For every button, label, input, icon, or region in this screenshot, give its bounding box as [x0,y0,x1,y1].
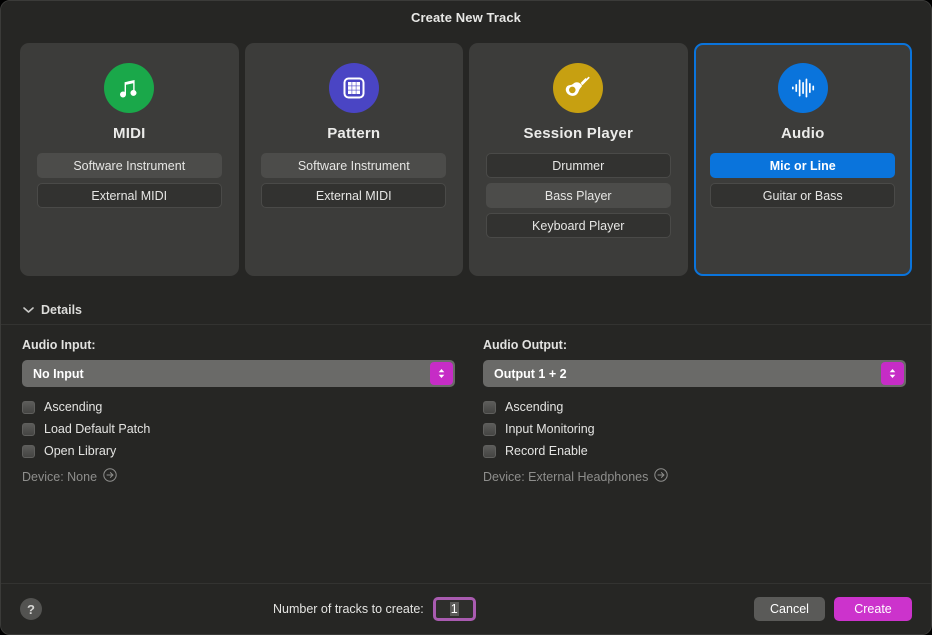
checkbox-label-ascending-output: Ascending [504,400,564,414]
checkbox-label-load-default-patch: Load Default Patch [44,422,151,436]
checkbox-row-input-monitoring[interactable]: Input Monitoring [482,418,906,440]
card-title-pattern: Pattern [327,125,381,142]
chevron-down-icon[interactable] [21,303,35,317]
checkbox-record-enable[interactable] [482,444,496,458]
option-external-midi-pattern[interactable]: External MIDI [261,183,447,208]
audio-output-column: Audio Output: Output 1 + 2 Ascending Inp… [470,338,931,583]
track-count-value: 1 [449,602,459,616]
grid-icon [328,63,379,113]
up-down-chevron-icon[interactable] [881,362,904,385]
option-keyboard-player[interactable]: Keyboard Player [485,213,671,238]
footer-buttons: Cancel Create [754,597,912,621]
input-device-text: Device: None [22,470,98,484]
input-device-row[interactable]: Device: None [22,466,455,488]
audio-input-select[interactable]: No Input [22,360,455,387]
checkbox-input-monitoring[interactable] [482,422,496,436]
checkbox-open-library[interactable] [22,444,35,458]
waveform-icon [777,63,828,113]
create-button[interactable]: Create [834,597,912,621]
option-external-midi-midi[interactable]: External MIDI [36,183,222,208]
guitar-icon [553,63,604,113]
track-card-session-player[interactable]: Session Player Drummer Bass Player Keybo… [469,43,688,276]
cancel-button[interactable]: Cancel [754,597,825,621]
checkbox-ascending-input[interactable] [22,400,35,414]
checkbox-label-record-enable: Record Enable [504,444,588,458]
checkbox-row-ascending-input[interactable]: Ascending [22,396,455,418]
checkbox-load-default-patch[interactable] [22,422,35,436]
checkbox-label-open-library: Open Library [44,444,117,458]
card-options-audio: Mic or Line Guitar or Bass [708,153,899,208]
checkbox-row-record-enable[interactable]: Record Enable [482,440,906,462]
create-new-track-dialog: Create New Track MIDI Software Instrumen… [0,0,932,635]
arrow-right-circle-icon[interactable] [654,467,669,487]
details-disclosure-header[interactable]: Details [1,296,931,325]
track-count-input[interactable]: 1 [432,597,476,621]
music-note-icon [104,63,155,113]
audio-input-value: No Input [33,366,84,381]
checkbox-label-input-monitoring: Input Monitoring [504,422,595,436]
track-card-pattern[interactable]: Pattern Software Instrument External MID… [244,43,463,276]
option-drummer[interactable]: Drummer [485,153,671,178]
option-mic-or-line[interactable]: Mic or Line [710,153,896,178]
checkbox-row-load-default-patch[interactable]: Load Default Patch [22,418,455,440]
audio-input-label: Audio Input: [22,338,96,352]
arrow-right-circle-icon[interactable] [103,467,117,487]
audio-output-select[interactable]: Output 1 + 2 [482,360,906,387]
track-count-label: Number of tracks to create: [273,602,424,616]
card-title-audio: Audio [781,125,825,142]
checkbox-row-open-library[interactable]: Open Library [22,440,455,462]
details-label: Details [41,303,82,317]
titlebar: Create New Track [1,1,931,33]
card-options-pattern: Software Instrument External MIDI [259,153,450,208]
card-options-session-player: Drummer Bass Player Keyboard Player [483,153,674,238]
up-down-chevron-icon[interactable] [429,362,453,385]
track-type-cards: MIDI Software Instrument External MIDI P… [1,33,931,276]
card-title-session-player: Session Player [523,125,634,142]
dialog-footer: ? Number of tracks to create: 1 Cancel C… [1,583,931,634]
question-mark-icon[interactable]: ? [20,598,42,620]
audio-input-column: Audio Input: No Input Ascending Load Def… [1,338,470,583]
option-software-instrument-midi[interactable]: Software Instrument [36,153,222,178]
output-device-row[interactable]: Device: External Headphones [483,466,906,488]
track-card-midi[interactable]: MIDI Software Instrument External MIDI [20,43,239,276]
card-options-midi: Software Instrument External MIDI [34,153,225,208]
card-title-midi: MIDI [113,125,146,142]
checkbox-ascending-output[interactable] [482,400,496,414]
option-bass-player[interactable]: Bass Player [485,183,671,208]
audio-output-value: Output 1 + 2 [493,366,567,381]
checkbox-label-ascending-input: Ascending [44,400,103,414]
details-body: Audio Input: No Input Ascending Load Def… [1,325,931,583]
track-count-group: Number of tracks to create: 1 [273,597,476,621]
option-software-instrument-pattern[interactable]: Software Instrument [261,153,447,178]
audio-output-label: Audio Output: [482,338,567,352]
option-guitar-or-bass[interactable]: Guitar or Bass [710,183,896,208]
output-device-text: Device: External Headphones [482,470,649,484]
checkbox-row-ascending-output[interactable]: Ascending [482,396,906,418]
track-card-audio[interactable]: Audio Mic or Line Guitar or Bass [693,43,912,276]
page-title: Create New Track [411,9,521,25]
